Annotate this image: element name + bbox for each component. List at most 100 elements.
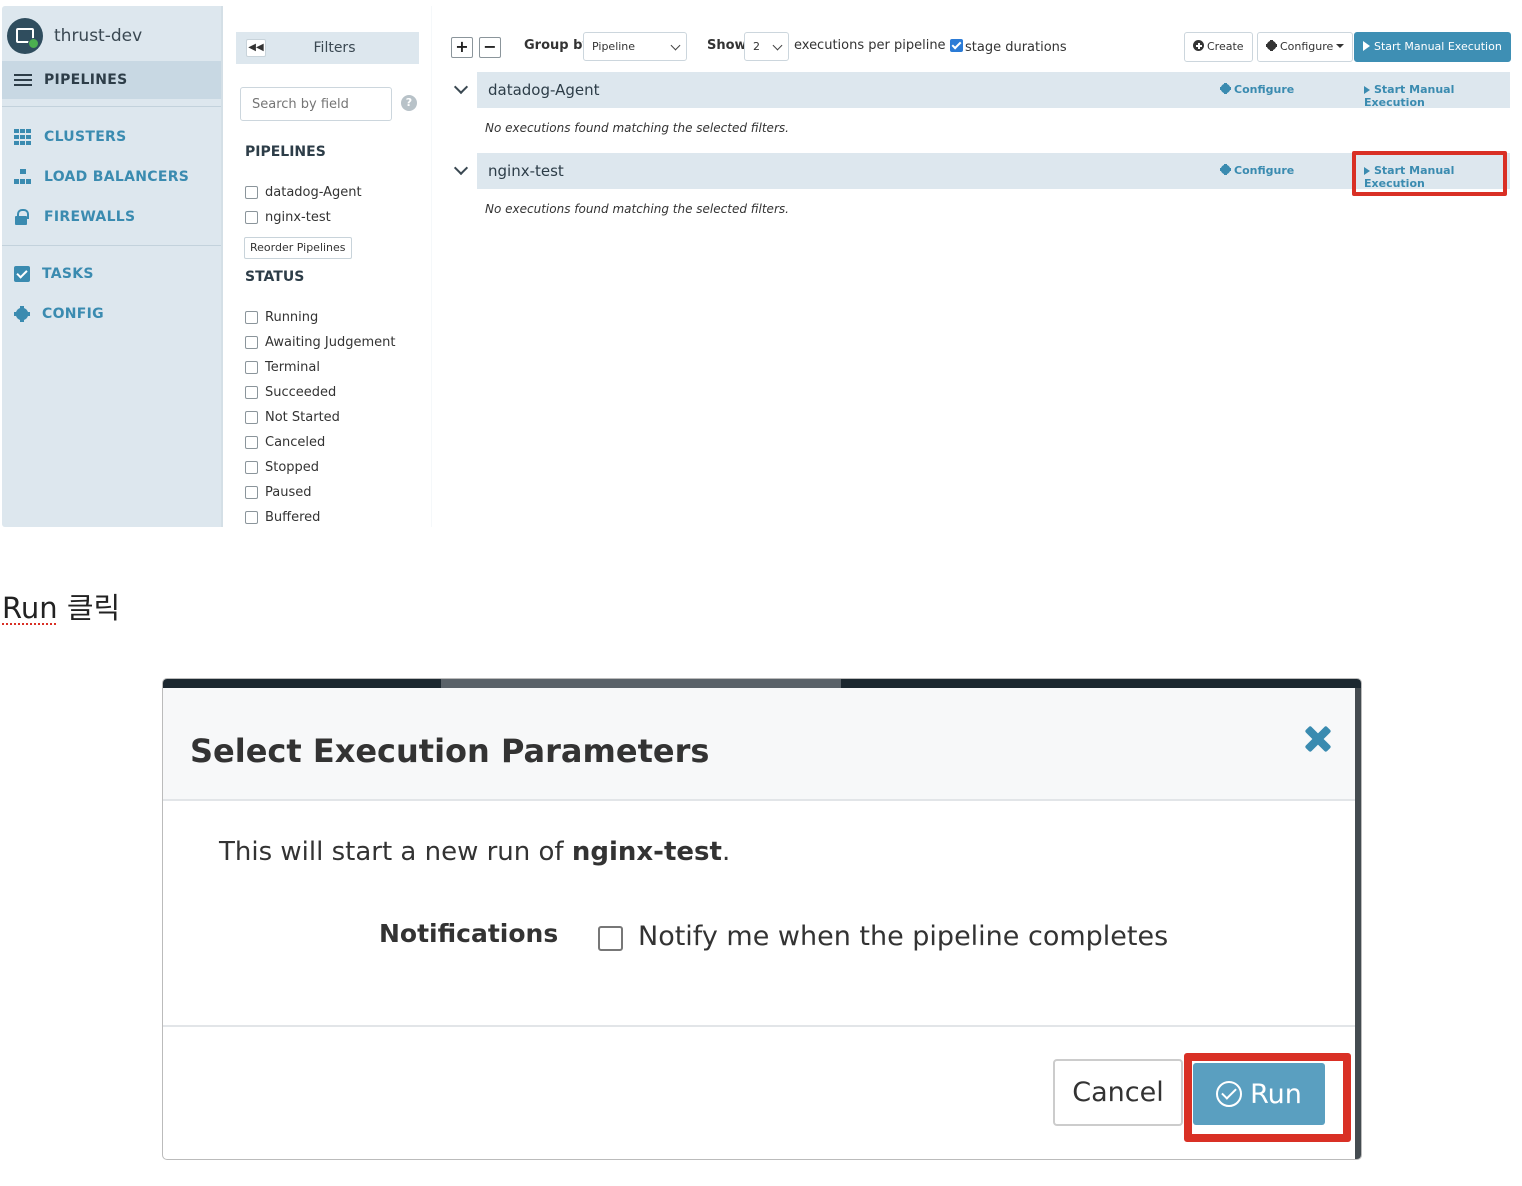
filters-title: Filters (313, 40, 356, 56)
sidebar-item-pipelines[interactable]: PIPELINES (2, 61, 221, 99)
notify-checkbox-label[interactable]: Notify me when the pipeline completes (638, 921, 1168, 952)
sidebar-item-label: PIPELINES (44, 72, 128, 88)
group-by-select[interactable]: Pipeline (583, 32, 687, 61)
show-label: Show (707, 38, 747, 53)
button-label: Start Manual Execution (1374, 40, 1502, 53)
checkbox-label: Running (265, 310, 319, 325)
caption-run: Run (2, 591, 58, 625)
status-filter[interactable]: Buffered (245, 510, 320, 525)
stage-durations-checkbox[interactable] (950, 39, 963, 52)
step-caption: Run 클릭 (2, 585, 120, 627)
link-label: Configure (1234, 164, 1295, 177)
checkbox[interactable] (245, 511, 258, 524)
sidebar-divider (2, 106, 221, 107)
sidebar-item-config[interactable]: CONFIG (2, 295, 221, 333)
per-pipeline-label: executions per pipeline (794, 38, 946, 53)
executions-count-select[interactable]: 2 (744, 32, 789, 61)
highlight-box (1184, 1053, 1351, 1142)
checkbox[interactable] (245, 311, 258, 324)
app-name: thrust-dev (54, 26, 143, 46)
execution-modal-screenshot: Select Execution Parameters This will st… (163, 679, 1361, 1159)
status-filter[interactable]: Succeeded (245, 385, 336, 400)
checkbox-label: Terminal (265, 360, 320, 375)
app-header[interactable]: thrust-dev (2, 14, 221, 60)
notify-checkbox[interactable] (598, 926, 623, 951)
status-filter[interactable]: Running (245, 310, 318, 325)
checkbox-label: Canceled (265, 435, 326, 450)
modal-title: Select Execution Parameters (190, 732, 710, 770)
modal-description: This will start a new run of nginx-test. (219, 837, 730, 867)
checkbox[interactable] (245, 436, 258, 449)
pipeline-configure-link[interactable]: Configure (1220, 83, 1294, 96)
checkbox[interactable] (245, 486, 258, 499)
no-executions-message: No executions found matching the selecte… (485, 202, 789, 216)
filters-panel: ◀◀ Filters ? PIPELINES datadog-Agent ngi… (221, 6, 431, 527)
sidebar-item-label: CONFIG (42, 306, 104, 322)
sidebar-item-firewalls[interactable]: FIREWALLS (2, 198, 221, 236)
help-icon[interactable]: ? (401, 95, 417, 111)
checkbox[interactable] (245, 186, 258, 199)
sidebar-item-label: FIREWALLS (44, 209, 136, 225)
checkbox-label: Not Started (265, 410, 340, 425)
pipeline-configure-link[interactable]: Configure (1220, 164, 1294, 177)
app-icon (7, 18, 43, 54)
checkbox[interactable] (245, 461, 258, 474)
caret-down-icon (1336, 44, 1345, 48)
pipeline-filter-nginx-test[interactable]: nginx-test (245, 210, 331, 225)
modal-header: Select Execution Parameters (163, 688, 1355, 801)
pipeline-start-link[interactable]: Start Manual Execution (1364, 83, 1510, 109)
checkbox[interactable] (245, 336, 258, 349)
status-filter[interactable]: Stopped (245, 460, 319, 475)
button-label: Configure (1280, 40, 1334, 53)
close-icon[interactable] (1303, 724, 1333, 754)
group-by-label: Group by (524, 38, 591, 53)
collapse-all-button[interactable]: − (479, 37, 501, 58)
link-label: Start Manual Execution (1364, 83, 1455, 109)
status-filter[interactable]: Canceled (245, 435, 325, 450)
sidebar: thrust-dev PIPELINES CLUSTERS LOAD BALAN… (2, 6, 221, 527)
check-square-icon (14, 266, 30, 282)
play-icon (1364, 86, 1370, 94)
chevron-down-icon[interactable] (453, 79, 469, 95)
status-heading: STATUS (245, 269, 305, 285)
status-filter[interactable]: Terminal (245, 360, 320, 375)
status-filter[interactable]: Paused (245, 485, 311, 500)
configure-dropdown-button[interactable]: Configure (1257, 32, 1354, 62)
cancel-button[interactable]: Cancel (1053, 1059, 1183, 1126)
sidebar-item-label: CLUSTERS (44, 129, 127, 145)
select-value: 2 (753, 40, 760, 53)
sidebar-item-tasks[interactable]: TASKS (2, 255, 221, 293)
grid-icon (14, 129, 32, 145)
description-text: . (721, 837, 731, 867)
reorder-pipelines-button[interactable]: Reorder Pipelines (244, 237, 352, 259)
lock-icon (14, 209, 32, 225)
sidebar-item-clusters[interactable]: CLUSTERS (2, 118, 221, 156)
status-filter[interactable]: Awaiting Judgement (245, 335, 395, 350)
gear-icon (1266, 40, 1277, 51)
play-icon (1363, 41, 1370, 51)
button-label: Create (1207, 40, 1244, 53)
sidebar-divider (2, 245, 221, 246)
pipeline-filter-datadog-agent[interactable]: datadog-Agent (245, 185, 362, 200)
chevron-down-icon[interactable] (453, 160, 469, 176)
expand-all-button[interactable]: + (451, 37, 473, 58)
pipelines-screenshot: thrust-dev PIPELINES CLUSTERS LOAD BALAN… (2, 6, 1522, 527)
start-manual-execution-button[interactable]: Start Manual Execution (1354, 32, 1511, 62)
modal-edge (1355, 688, 1361, 1159)
pipeline-name[interactable]: datadog-Agent (488, 81, 600, 99)
pipeline-name[interactable]: nginx-test (488, 162, 564, 180)
checkbox-label: Buffered (265, 510, 321, 525)
checkbox[interactable] (245, 211, 258, 224)
search-input[interactable] (240, 87, 392, 121)
plus-circle-icon (1193, 40, 1204, 51)
checkbox[interactable] (245, 411, 258, 424)
checkbox[interactable] (245, 361, 258, 374)
pipeline-row-datadog-agent: datadog-Agent Configure Start Manual Exe… (477, 72, 1510, 109)
create-button[interactable]: Create (1184, 32, 1253, 62)
sidebar-item-load-balancers[interactable]: LOAD BALANCERS (2, 158, 221, 196)
checkbox[interactable] (245, 386, 258, 399)
status-filter[interactable]: Not Started (245, 410, 340, 425)
caption-rest: 클릭 (57, 591, 121, 625)
sidebar-item-label: TASKS (42, 266, 94, 282)
chevron-down-icon (670, 40, 681, 51)
